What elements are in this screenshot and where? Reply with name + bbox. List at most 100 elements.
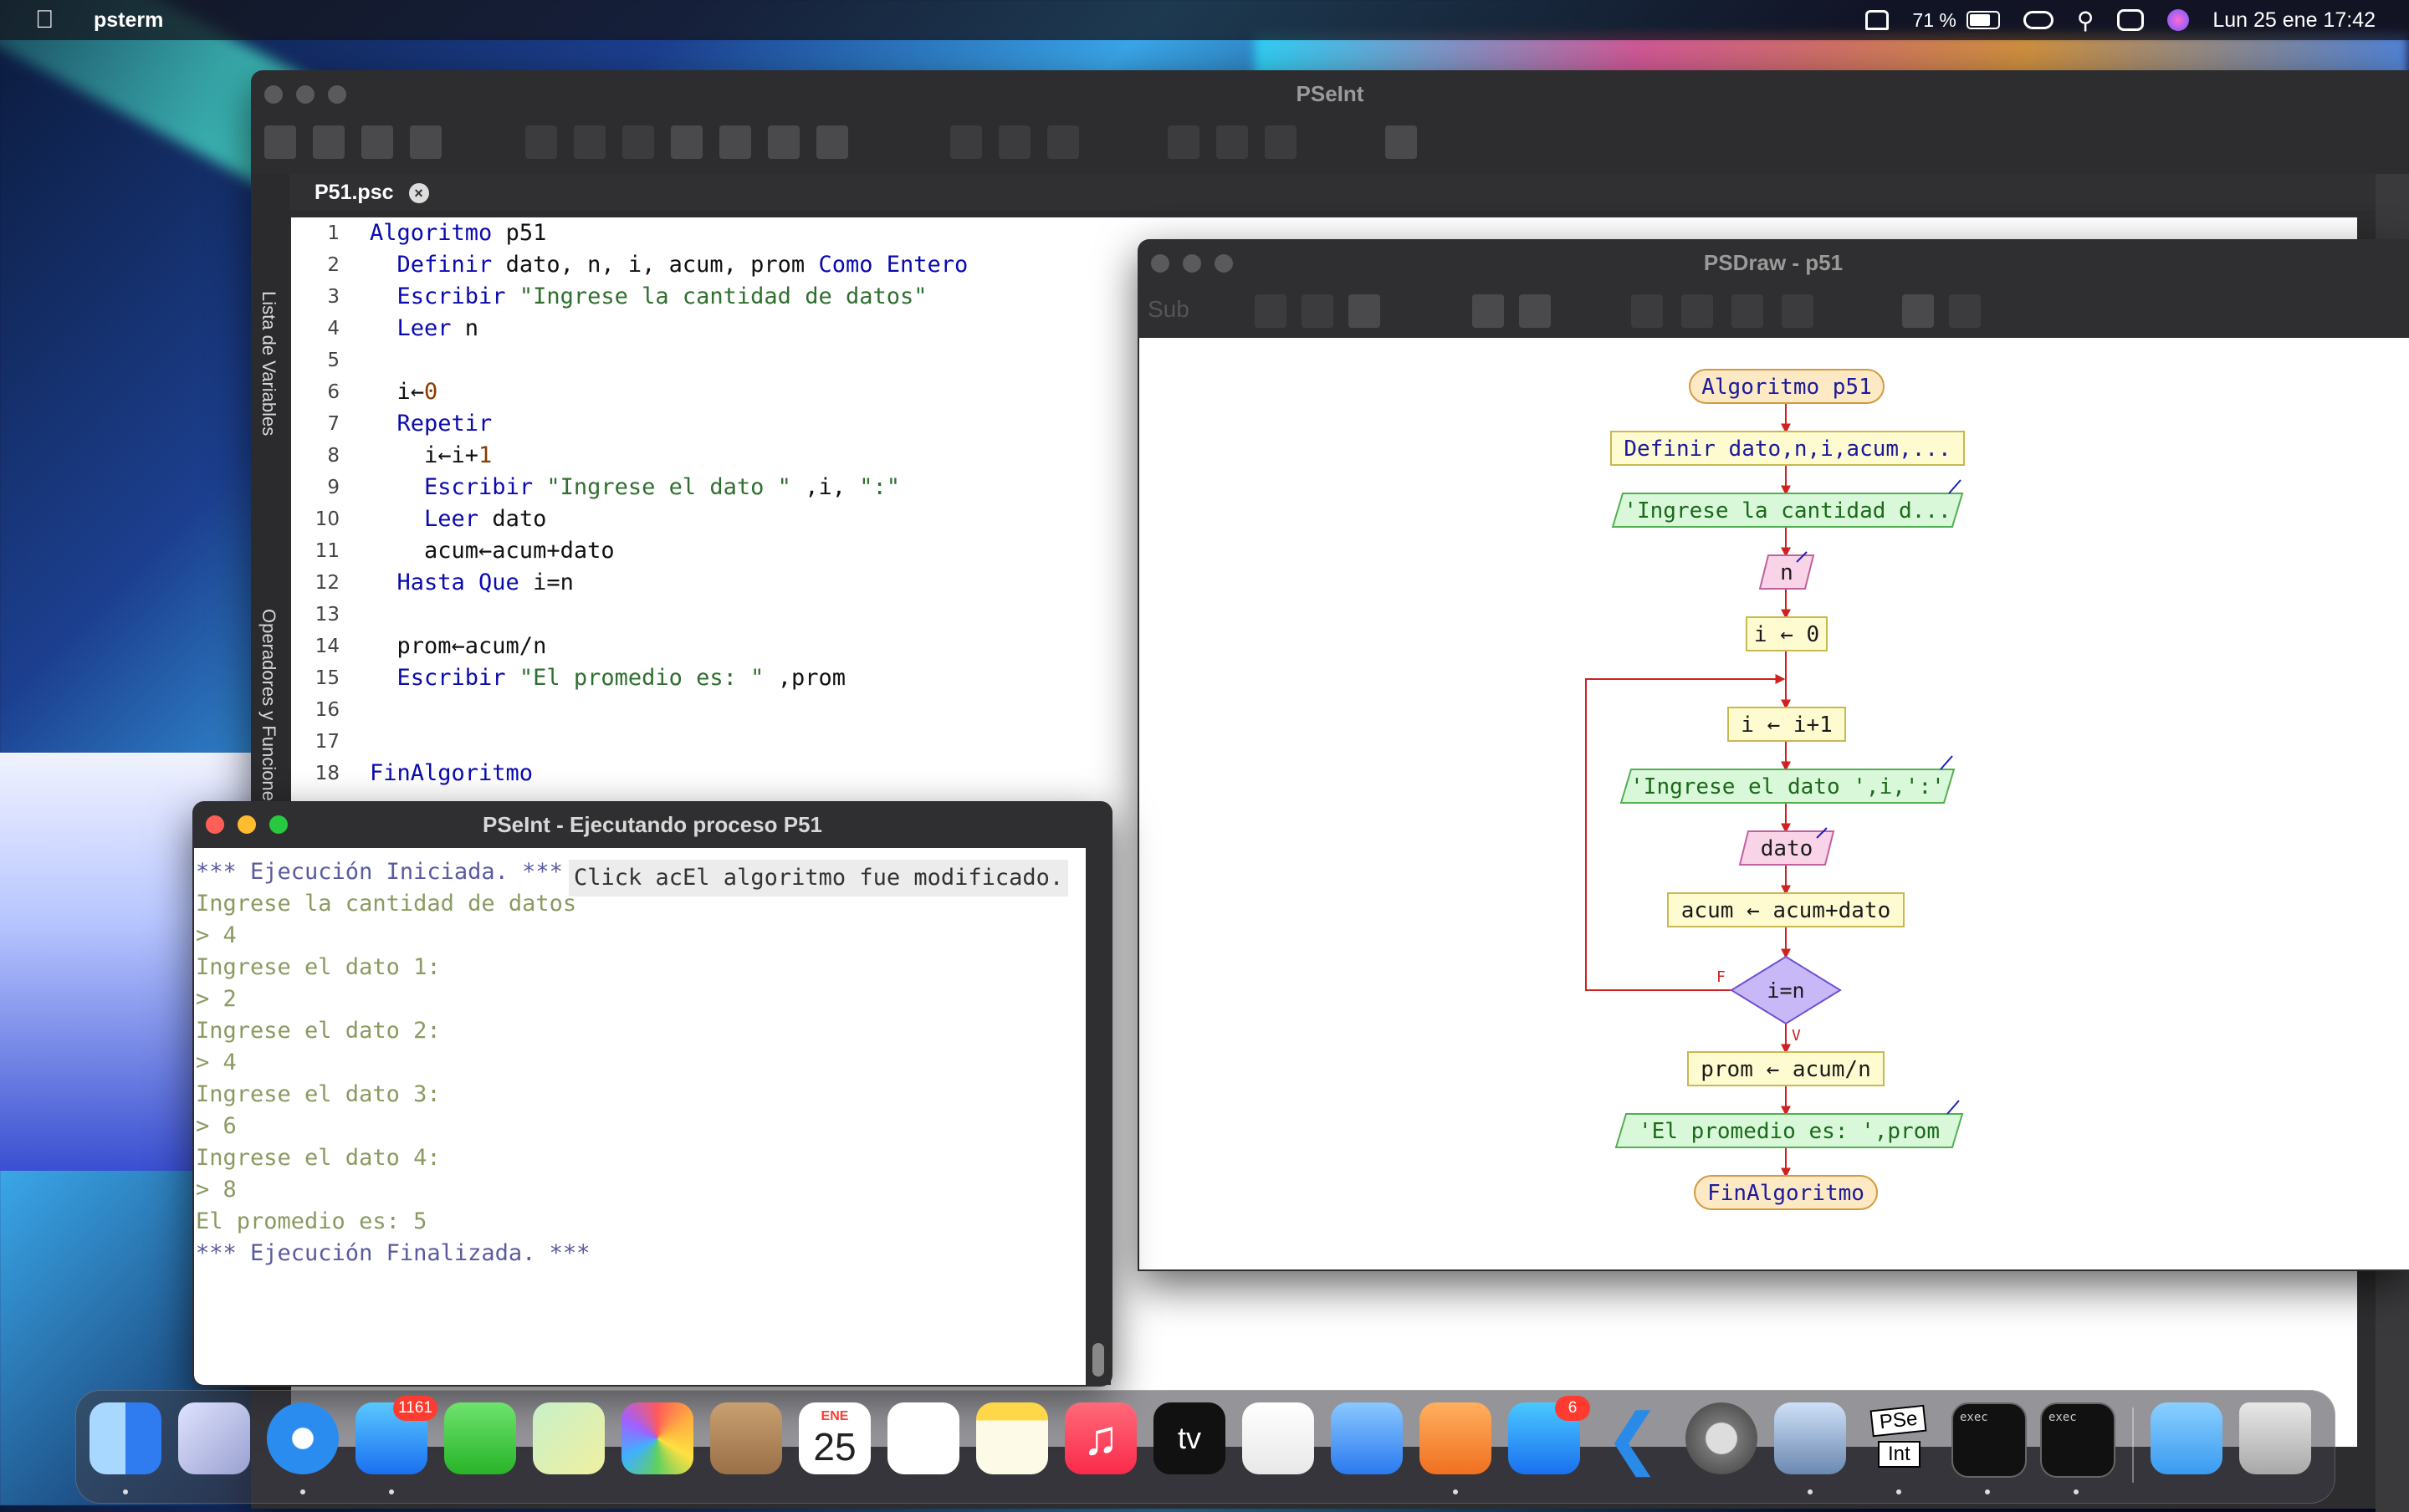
psdraw-comment-icon[interactable] [1681,294,1713,328]
code-line[interactable]: 5 [291,345,1211,376]
tab-p51[interactable]: P51.psc × [303,174,441,211]
help-icon[interactable] [1385,125,1417,159]
exec-terminal-icon-2[interactable]: exec [2040,1402,2115,1478]
code-line[interactable]: 11 acum←acum+dato [291,535,1211,567]
code-line[interactable]: 15 Escribir "El promedio es: " ,prom [291,662,1211,694]
new-file-icon[interactable] [264,125,296,159]
music-icon[interactable]: ♫ [1065,1402,1137,1474]
mail-icon[interactable]: 1161 [355,1396,437,1474]
psdraw-close-icon[interactable] [1949,294,1981,328]
photos-icon[interactable] [621,1402,693,1474]
psdraw-minimize-button[interactable] [1183,254,1201,273]
reminders-icon[interactable] [887,1402,959,1474]
undo-icon[interactable] [525,125,557,159]
psdraw-save-icon[interactable] [1348,294,1380,328]
code-line[interactable]: 2 Definir dato, n, i, acum, prom Como En… [291,249,1211,281]
psdraw-zoom-icon[interactable] [1472,294,1504,328]
psdraw-step-icon[interactable] [1302,294,1333,328]
code-line[interactable]: 14 prom←acum/n [291,631,1211,662]
notes-icon[interactable] [976,1402,1048,1474]
step-icon[interactable] [1216,125,1248,159]
open-file-icon[interactable] [313,125,345,159]
code-line[interactable]: 4 Leer n [291,313,1211,345]
apple-menu-icon[interactable]:  [35,6,60,34]
console-output[interactable]: *** Ejecución Finalizada. *** El promedio… [194,848,1086,1385]
code-line[interactable]: 9 Escribir "Ingrese el dato " ,i, ":" [291,472,1211,503]
exec-minimize-button[interactable] [238,815,256,834]
minimize-button[interactable] [296,85,315,104]
save-icon[interactable] [361,125,393,159]
psdraw-style-icon[interactable] [1782,294,1813,328]
code-line[interactable]: 8 i←i+1 [291,440,1211,472]
code-line[interactable]: 12 Hasta Que i=n [291,567,1211,599]
debug-icon[interactable] [1265,125,1297,159]
downloads-folder-icon[interactable] [2151,1402,2222,1474]
search-icon[interactable]: ⚲ [2077,7,2094,34]
pages-icon[interactable] [1419,1402,1491,1474]
code-line[interactable]: 13 [291,599,1211,631]
battery-icon[interactable] [1966,11,2000,29]
preview-icon[interactable] [1774,1402,1846,1474]
operators-functions-tab[interactable]: Operadores y Funciones [258,609,279,810]
zoom-button[interactable] [328,85,346,104]
flowchart-canvas[interactable]: Algoritmo p51 Definir dato,n,i,acum,... … [1139,338,2409,1269]
safari-icon[interactable] [267,1402,339,1474]
sub-button[interactable]: Sub [1148,296,1189,323]
find-icon[interactable] [816,125,848,159]
code-line[interactable]: 17 [291,726,1211,758]
close-button[interactable] [264,85,283,104]
app-menu-name[interactable]: psterm [94,8,163,33]
code-line[interactable]: 1 Algoritmo p51 [291,217,1211,249]
maps-icon[interactable] [533,1402,605,1474]
paste-icon[interactable] [719,125,751,159]
launchpad-icon[interactable] [178,1402,250,1474]
run-icon[interactable] [1168,125,1199,159]
system-preferences-icon[interactable] [1685,1402,1757,1474]
appstore-icon[interactable]: 6 [1508,1396,1590,1474]
cut-icon[interactable] [622,125,654,159]
notification-icon[interactable] [1865,10,1890,30]
comment-icon[interactable] [999,125,1031,159]
code-line[interactable]: 10 Leer dato [291,503,1211,535]
contacts-icon[interactable] [710,1402,782,1474]
edit-lines-icon[interactable] [950,125,982,159]
save-as-icon[interactable] [410,125,442,159]
calendar-icon[interactable]: ENE 25 [799,1402,871,1474]
scroll-thumb[interactable] [1092,1343,1104,1377]
code-line[interactable]: 18 FinAlgoritmo [291,758,1211,789]
trash-icon[interactable] [2239,1402,2311,1474]
exec-close-button[interactable] [206,815,224,834]
variables-list-tab[interactable]: Lista de Variables [258,291,279,436]
psdraw-color-icon[interactable] [1731,294,1763,328]
uncomment-icon[interactable] [1047,125,1079,159]
code-line[interactable]: 7 Repetir [291,408,1211,440]
psdraw-close-button[interactable] [1151,254,1169,273]
exec-terminal-icon-1[interactable]: exec [1951,1402,2027,1478]
psdraw-fit-icon[interactable] [1519,294,1551,328]
psdraw-run-icon[interactable] [1255,294,1286,328]
modified-tooltip[interactable]: Click acEl algoritmo fue modificado. [569,860,1069,896]
code-line[interactable]: 16 [291,694,1211,726]
redo-icon[interactable] [574,125,606,159]
facetime-icon[interactable] [444,1402,516,1474]
code-line[interactable]: 6 i←0 [291,376,1211,408]
pseint-app-icon[interactable]: PSe Int [1863,1402,1935,1474]
keynote-icon[interactable] [1331,1402,1403,1474]
link-icon[interactable] [2023,11,2054,29]
numbers-icon[interactable] [1242,1402,1314,1474]
code-line[interactable]: 3 Escribir "Ingrese la cantidad de datos… [291,281,1211,313]
psdraw-delete-icon[interactable] [1631,294,1663,328]
control-center-icon[interactable] [2117,9,2145,31]
console-scrollbar[interactable] [1086,848,1111,1385]
vscode-icon[interactable]: ❮ [1597,1402,1669,1474]
appletv-icon[interactable]: tv [1153,1402,1225,1474]
exec-zoom-button[interactable] [269,815,288,834]
menu-clock[interactable]: Lun 25 ene 17:42 [2212,8,2376,33]
psdraw-zoom-button[interactable] [1215,254,1233,273]
finder-icon[interactable] [90,1402,161,1474]
copy-icon[interactable] [671,125,703,159]
indent-icon[interactable] [768,125,800,159]
siri-icon[interactable] [2167,9,2190,31]
psdraw-help-icon[interactable] [1902,294,1934,328]
tab-close-icon[interactable]: × [408,183,429,204]
